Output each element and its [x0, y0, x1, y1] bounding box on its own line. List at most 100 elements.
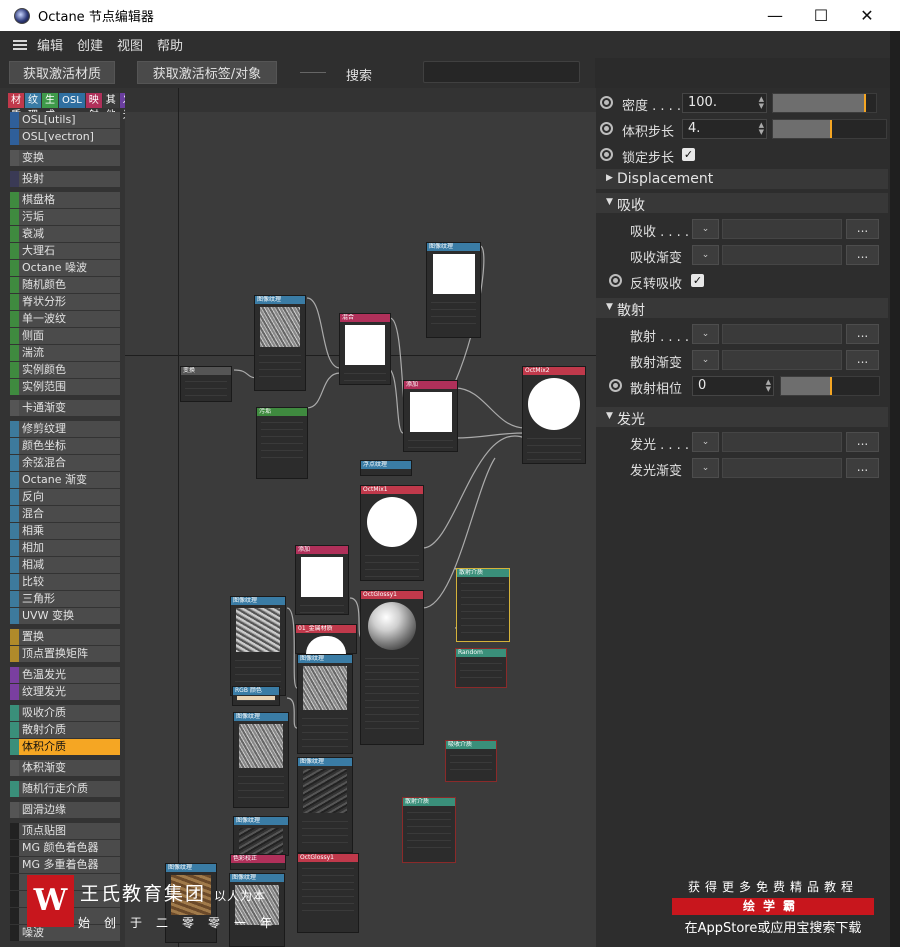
node-list-item[interactable]: 实例颜色 — [10, 362, 120, 378]
octglossy-node[interactable]: OctGlossy1 — [360, 590, 424, 745]
material-node-3[interactable]: OctGlossy1 — [297, 853, 359, 933]
volume-medium-node[interactable]: 散射介质 — [402, 797, 456, 863]
node-list-item[interactable]: 大理石 — [10, 243, 120, 259]
node-list-item[interactable]: 吸收介质 — [10, 705, 120, 721]
node-list-item[interactable]: 随机行走介质 — [10, 781, 120, 797]
node-list-item[interactable]: 投射 — [10, 171, 120, 187]
emission-ramp-link-field[interactable] — [722, 458, 842, 478]
absorption-medium-node[interactable]: 吸收介质 — [445, 740, 497, 782]
image-texture-node-7[interactable]: 图像纹理 — [233, 816, 289, 856]
node-list-item[interactable]: 随机颜色 — [10, 277, 120, 293]
add-node-1[interactable]: 添加 — [403, 380, 458, 452]
category-tab-5[interactable]: 其他 — [102, 93, 119, 121]
noise-node[interactable]: 污垢 — [256, 407, 308, 479]
octmix2-node[interactable]: OctMix2 — [522, 366, 586, 464]
scattering-ramp-more-button[interactable]: ... — [846, 350, 879, 370]
node-list-item[interactable]: 污垢 — [10, 209, 120, 225]
lock-step-animate-radio[interactable] — [600, 148, 613, 161]
emission-section[interactable]: ▼ 发光 — [596, 407, 888, 428]
node-list-item[interactable]: 三角形 — [10, 591, 120, 607]
emission-more-button[interactable]: ... — [846, 432, 879, 452]
octmix1-node[interactable]: OctMix1 — [360, 485, 424, 581]
absorption-section[interactable]: ▼ 吸收 — [596, 193, 888, 214]
absorption-ramp-more-button[interactable]: ... — [846, 245, 879, 265]
node-list-item[interactable]: 实例范围 — [10, 379, 120, 395]
close-button[interactable]: ✕ — [844, 0, 890, 31]
density-animate-radio[interactable] — [600, 96, 613, 109]
hamburger-menu-icon[interactable] — [13, 38, 27, 52]
node-list-item[interactable]: 棋盘格 — [10, 192, 120, 208]
density-field[interactable]: 100. ▲ ▼ — [682, 93, 767, 113]
absorption-dropdown[interactable]: ⌄ — [692, 219, 719, 239]
get-active-tag-button[interactable]: 获取激活标签/对象 — [137, 61, 277, 84]
image-texture-node-3[interactable]: 图像纹理 — [230, 596, 286, 696]
mix-node-1[interactable]: 混合 — [339, 313, 391, 385]
node-list-item[interactable]: 体积渐变 — [10, 760, 120, 776]
displacement-section[interactable]: ▶ Displacement — [596, 169, 888, 189]
node-list-item[interactable]: 顶点贴图 — [10, 823, 120, 839]
node-list-item[interactable]: Octane 噪波 — [10, 260, 120, 276]
node-list-item[interactable]: 相减 — [10, 557, 120, 573]
menu-edit[interactable]: 编辑 — [37, 35, 63, 54]
maximize-button[interactable]: ☐ — [798, 0, 844, 31]
node-list-item[interactable]: 卡通渐变 — [10, 400, 120, 416]
node-list-item[interactable]: 余弦混合 — [10, 455, 120, 471]
spin-arrows-icon[interactable]: ▲ ▼ — [759, 96, 764, 110]
image-texture-node-6[interactable]: 图像纹理 — [297, 757, 353, 853]
node-list-item[interactable]: 侧面 — [10, 328, 120, 344]
get-active-material-button[interactable]: 获取激活材质 — [9, 61, 115, 84]
gold-material-node[interactable]: 01_金属材质 — [295, 624, 357, 654]
scattering-more-button[interactable]: ... — [846, 324, 879, 344]
lock-step-checkbox[interactable]: ✓ — [682, 148, 695, 161]
node-list-item[interactable]: 混合 — [10, 506, 120, 522]
phase-animate-radio[interactable] — [609, 379, 622, 392]
absorption-more-button[interactable]: ... — [846, 219, 879, 239]
node-list-item[interactable]: 纹理发光 — [10, 684, 120, 700]
node-list-item[interactable]: 散射介质 — [10, 722, 120, 738]
absorption-ramp-link-field[interactable] — [722, 245, 842, 265]
node-list-item[interactable]: 脊状分形 — [10, 294, 120, 310]
node-list-item[interactable]: 圆滑边缘 — [10, 802, 120, 818]
menu-create[interactable]: 创建 — [77, 35, 103, 54]
node-list-item[interactable]: MG 多重着色器 — [10, 857, 120, 873]
menu-view[interactable]: 视图 — [117, 35, 143, 54]
emission-link-field[interactable] — [722, 432, 842, 452]
invert-absorption-radio[interactable] — [609, 274, 622, 287]
node-list-item[interactable]: UVW 变换 — [10, 608, 120, 624]
scattering-ramp-dropdown[interactable]: ⌄ — [692, 350, 719, 370]
node-list-item[interactable]: MG 颜色着色器 — [10, 840, 120, 856]
add-node-2[interactable]: 添加 — [295, 545, 349, 615]
category-tab-3[interactable]: OSL — [59, 93, 85, 108]
image-texture-node-1[interactable]: 图像纹理 — [254, 295, 306, 391]
random-node[interactable]: Random — [455, 648, 507, 688]
phase-field[interactable]: 0 ▲ ▼ — [692, 376, 774, 396]
scattering-section[interactable]: ▼ 散射 — [596, 298, 888, 319]
float-texture-node[interactable]: 浮点纹理 — [360, 460, 412, 476]
emission-ramp-more-button[interactable]: ... — [846, 458, 879, 478]
node-list-item[interactable]: Octane 渐变 — [10, 472, 120, 488]
rgb-color-node[interactable]: RGB 颜色 — [232, 686, 280, 706]
node-list-item[interactable]: 单一波纹 — [10, 311, 120, 327]
minimize-button[interactable]: — — [752, 0, 798, 31]
node-canvas[interactable]: 变换 图像纹理 污垢 混合 图像纹理 添加 OctMix2 浮点纹理 OctMi… — [125, 88, 596, 947]
node-list-item[interactable]: 衰减 — [10, 226, 120, 242]
node-list-item[interactable]: 修剪纹理 — [10, 421, 120, 437]
emission-dropdown[interactable]: ⌄ — [692, 432, 719, 452]
node-list-item[interactable]: OSL[utils] — [10, 112, 120, 128]
search-input[interactable] — [423, 61, 580, 83]
image-texture-node-5[interactable]: 图像纹理 — [233, 712, 289, 808]
menu-help[interactable]: 帮助 — [157, 35, 183, 54]
node-list-item[interactable]: 体积介质 — [10, 739, 120, 755]
node-list-item[interactable]: 反向 — [10, 489, 120, 505]
node-list-item[interactable]: 变换 — [10, 150, 120, 166]
transform-node[interactable]: 变换 — [180, 366, 232, 402]
emission-ramp-dropdown[interactable]: ⌄ — [692, 458, 719, 478]
category-tab-4[interactable]: 映射 — [85, 93, 102, 121]
scatter-medium-node[interactable]: 散射介质 — [456, 568, 510, 642]
absorption-link-field[interactable] — [722, 219, 842, 239]
absorption-ramp-dropdown[interactable]: ⌄ — [692, 245, 719, 265]
volume-step-field[interactable]: 4. ▲ ▼ — [682, 119, 767, 139]
node-list-item[interactable]: 置换 — [10, 629, 120, 645]
image-texture-node-4[interactable]: 图像纹理 — [297, 654, 353, 754]
image-texture-node-2[interactable]: 图像纹理 — [426, 242, 481, 338]
